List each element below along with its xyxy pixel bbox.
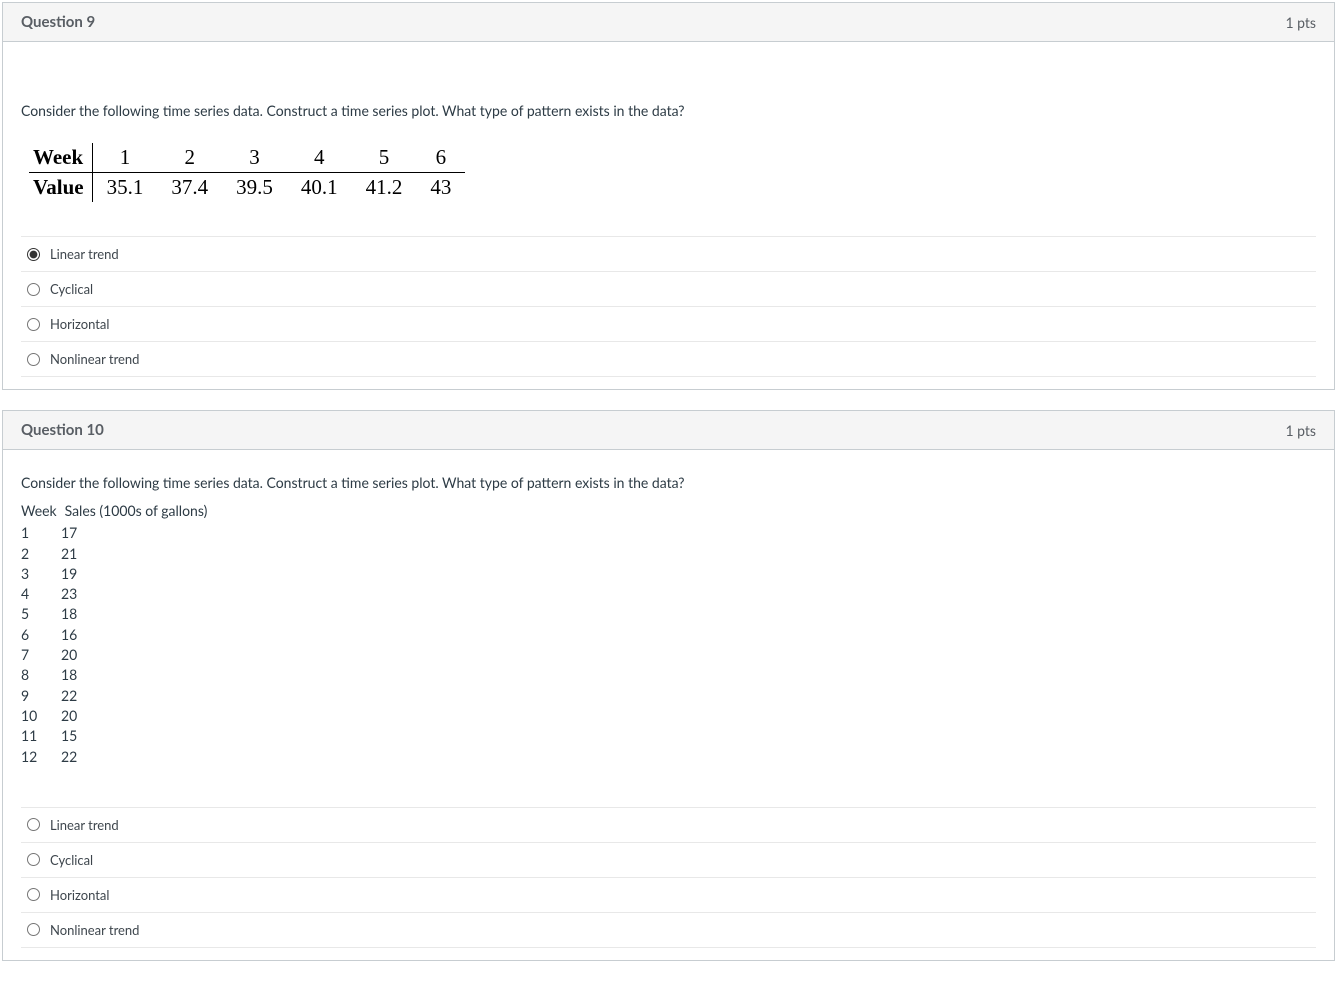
q10-data-row: 319: [21, 564, 1316, 584]
q9-week-3: 3: [222, 143, 287, 173]
q9-value-6: 43: [416, 173, 465, 203]
question-10-block: Question 10 1 pts Consider the following…: [2, 410, 1335, 961]
q10-week-cell: 1: [21, 523, 61, 543]
q10-radio-cyclical[interactable]: [27, 853, 40, 866]
q9-week-6: 6: [416, 143, 465, 173]
question-9-prompt: Consider the following time series data.…: [21, 102, 1316, 119]
q10-data-row: 922: [21, 686, 1316, 706]
q10-week-cell: 6: [21, 625, 61, 645]
q10-answer-label: Linear trend: [50, 817, 119, 833]
question-10-points: 1 pts: [1285, 422, 1316, 439]
q9-answer-linear-trend[interactable]: Linear trend: [21, 237, 1316, 272]
q10-data-row: 720: [21, 645, 1316, 665]
q9-week-5: 5: [352, 143, 417, 173]
q9-answer-cyclical[interactable]: Cyclical: [21, 272, 1316, 307]
q10-radio-linear-trend[interactable]: [27, 818, 40, 831]
q10-value-cell: 15: [61, 726, 77, 746]
q9-value-5: 41.2: [352, 173, 417, 203]
q10-value-cell: 18: [61, 604, 77, 624]
q10-answer-label: Cyclical: [50, 852, 93, 868]
q10-data-row: 1020: [21, 706, 1316, 726]
question-9-points: 1 pts: [1285, 14, 1316, 31]
question-9-title: Question 9: [21, 13, 95, 31]
q9-radio-horizontal[interactable]: [27, 318, 40, 331]
q10-week-cell: 3: [21, 564, 61, 584]
q10-radio-nonlinear-trend[interactable]: [27, 923, 40, 936]
q10-week-cell: 11: [21, 726, 61, 746]
q10-value-cell: 16: [61, 625, 77, 645]
q9-week-2: 2: [157, 143, 222, 173]
q10-answer-nonlinear-trend[interactable]: Nonlinear trend: [21, 913, 1316, 948]
q10-week-cell: 5: [21, 604, 61, 624]
q10-data-row: 117: [21, 523, 1316, 543]
q10-header-week: Week: [21, 501, 61, 521]
q9-answer-horizontal[interactable]: Horizontal: [21, 307, 1316, 342]
q10-value-cell: 18: [61, 665, 77, 685]
q10-data-row: 818: [21, 665, 1316, 685]
q10-data-header: Week Sales (1000s of gallons): [21, 501, 1316, 521]
q10-week-cell: 9: [21, 686, 61, 706]
q9-row1-label: Week: [29, 143, 92, 173]
q9-answer-label: Nonlinear trend: [50, 351, 139, 367]
q10-header-sales: Sales (1000s of gallons): [65, 501, 208, 521]
q10-week-cell: 8: [21, 665, 61, 685]
q10-value-cell: 20: [61, 706, 77, 726]
question-10-answers: Linear trend Cyclical Horizontal Nonline…: [21, 807, 1316, 948]
q9-week-4: 4: [287, 143, 352, 173]
q9-answer-label: Linear trend: [50, 246, 119, 262]
q10-data-row: 616: [21, 625, 1316, 645]
q10-value-cell: 20: [61, 645, 77, 665]
q10-week-cell: 10: [21, 706, 61, 726]
q10-value-cell: 17: [61, 523, 77, 543]
q10-data-row: 423: [21, 584, 1316, 604]
q10-week-cell: 12: [21, 747, 61, 767]
q10-answer-cyclical[interactable]: Cyclical: [21, 843, 1316, 878]
q9-value-2: 37.4: [157, 173, 222, 203]
q9-radio-linear-trend[interactable]: [27, 248, 40, 261]
q9-answer-nonlinear-trend[interactable]: Nonlinear trend: [21, 342, 1316, 377]
q10-radio-horizontal[interactable]: [27, 888, 40, 901]
question-10-body: Consider the following time series data.…: [3, 450, 1334, 960]
q9-answer-label: Cyclical: [50, 281, 93, 297]
q9-radio-nonlinear-trend[interactable]: [27, 353, 40, 366]
question-10-data-list: Week Sales (1000s of gallons) 1172213194…: [21, 501, 1316, 767]
question-9-block: Question 9 1 pts Consider the following …: [2, 2, 1335, 390]
q10-data-row: 1115: [21, 726, 1316, 746]
q10-answer-horizontal[interactable]: Horizontal: [21, 878, 1316, 913]
q10-answer-label: Horizontal: [50, 887, 109, 903]
question-9-header: Question 9 1 pts: [3, 3, 1334, 42]
q9-radio-cyclical[interactable]: [27, 283, 40, 296]
question-10-title: Question 10: [21, 421, 104, 439]
q10-value-cell: 23: [61, 584, 77, 604]
question-9-data-table: Week 1 2 3 4 5 6 Value 35.1 37.4 39.5 40…: [29, 143, 465, 202]
q10-week-cell: 4: [21, 584, 61, 604]
question-10-header: Question 10 1 pts: [3, 411, 1334, 450]
q10-answer-linear-trend[interactable]: Linear trend: [21, 808, 1316, 843]
q10-week-cell: 7: [21, 645, 61, 665]
q9-week-1: 1: [92, 143, 157, 173]
question-10-prompt: Consider the following time series data.…: [21, 474, 1316, 491]
q10-data-row: 1222: [21, 747, 1316, 767]
q9-value-4: 40.1: [287, 173, 352, 203]
q10-week-cell: 2: [21, 544, 61, 564]
q10-value-cell: 22: [61, 686, 77, 706]
q10-value-cell: 19: [61, 564, 77, 584]
question-9-answers: Linear trend Cyclical Horizontal Nonline…: [21, 236, 1316, 377]
q10-data-row: 221: [21, 544, 1316, 564]
question-9-body: Consider the following time series data.…: [3, 42, 1334, 389]
q9-answer-label: Horizontal: [50, 316, 109, 332]
q9-row2-label: Value: [29, 173, 92, 203]
q10-data-row: 518: [21, 604, 1316, 624]
q9-value-1: 35.1: [92, 173, 157, 203]
q9-value-3: 39.5: [222, 173, 287, 203]
q10-value-cell: 22: [61, 747, 77, 767]
q10-answer-label: Nonlinear trend: [50, 922, 139, 938]
q10-value-cell: 21: [61, 544, 77, 564]
